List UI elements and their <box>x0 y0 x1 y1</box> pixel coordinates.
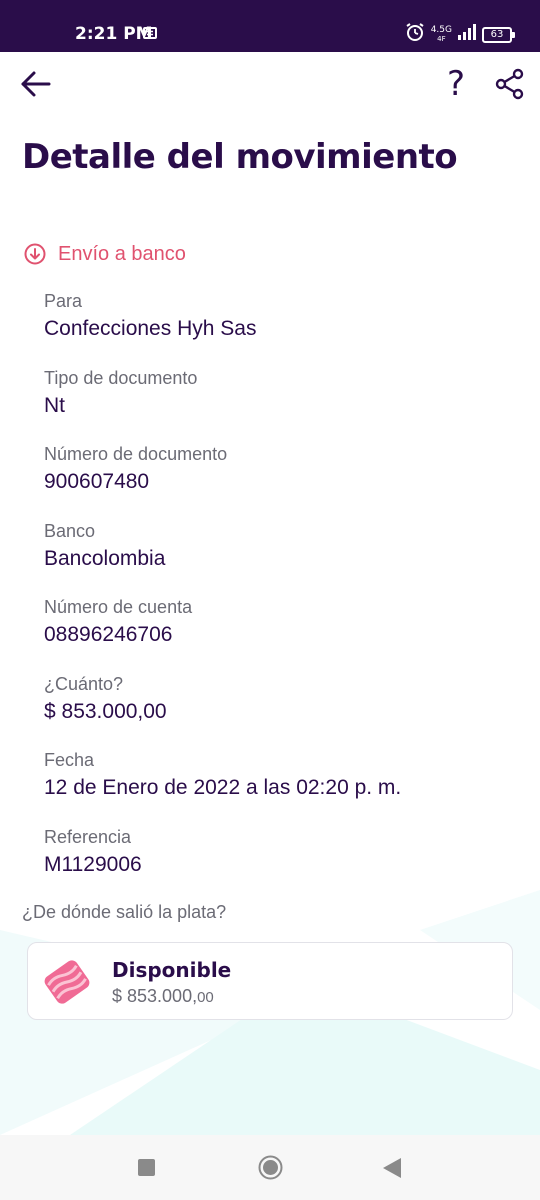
field-value: 08896246706 <box>44 623 173 646</box>
field-value: 12 de Enero de 2022 a las 02:20 p. m. <box>44 776 402 799</box>
page-title: Detalle del movimiento <box>22 137 458 177</box>
toolbar: ? <box>0 52 540 116</box>
field-value: Bancolombia <box>44 547 166 570</box>
status-time: 2:21 PM <box>75 24 153 44</box>
field-label: Tipo de documento <box>44 368 198 388</box>
network-bottom: 4F <box>437 34 446 43</box>
field-label: Referencia <box>44 827 132 847</box>
account-amount-cents: 00 <box>197 989 214 1006</box>
field-label: ¿Cuánto? <box>44 674 124 694</box>
pink-pocket-icon <box>44 960 90 1004</box>
field-tipo-documento: Tipo de documento Nt <box>44 367 524 420</box>
network-top: 4.5G <box>430 24 452 35</box>
triangle-back-icon[interactable] <box>382 1157 402 1179</box>
movement-type: Envío a banco <box>24 240 186 268</box>
square-icon[interactable] <box>138 1159 155 1176</box>
signal-icon <box>458 24 476 45</box>
share-button[interactable] <box>494 68 526 100</box>
field-cuanto: ¿Cuánto? $ 853.000,00 <box>44 673 524 726</box>
arrow-down-circle-icon <box>24 243 46 265</box>
field-label: Número de documento <box>44 444 228 464</box>
field-numero-cuenta: Número de cuenta 08896246706 <box>44 596 524 649</box>
field-value: 900607480 <box>44 470 150 493</box>
alarm-icon <box>405 22 425 47</box>
movement-type-label: Envío a banco <box>58 242 186 265</box>
field-banco: Banco Bancolombia <box>44 520 524 573</box>
account-amount: $ 853.000,00 <box>112 986 214 1007</box>
account-name: Disponible <box>112 958 232 982</box>
field-value: Nt <box>44 394 65 417</box>
question-icon: ? <box>446 64 466 104</box>
back-button[interactable] <box>18 66 54 102</box>
help-button[interactable]: ? <box>440 64 472 104</box>
field-label: Número de cuenta <box>44 597 193 617</box>
field-value: M1129006 <box>44 853 142 876</box>
account-amount-main: $ 853.000, <box>112 986 198 1006</box>
battery-icon: 63 <box>482 26 515 43</box>
field-label: Fecha <box>44 750 95 770</box>
circle-icon[interactable] <box>258 1155 283 1180</box>
arrow-left-icon <box>21 71 51 97</box>
source-question: ¿De dónde salió la plata? <box>22 902 227 922</box>
field-value: $ 853.000,00 <box>44 700 167 723</box>
status-icons: 4.5G 4F 63 <box>405 22 515 47</box>
share-icon <box>495 68 524 100</box>
notification-icon <box>143 26 157 44</box>
status-bar: 2:21 PM 4.5G 4F 63 <box>0 0 540 52</box>
system-nav-bar <box>0 1135 540 1200</box>
field-value: Confecciones Hyh Sas <box>44 317 257 340</box>
battery-level: 63 <box>490 28 504 40</box>
field-para: Para Confecciones Hyh Sas <box>44 290 524 343</box>
field-fecha: Fecha 12 de Enero de 2022 a las 02:20 p.… <box>44 749 524 802</box>
network-type: 4.5G 4F <box>430 24 452 44</box>
field-label: Banco <box>44 521 96 541</box>
field-numero-documento: Número de documento 900607480 <box>44 443 524 496</box>
field-label: Para <box>44 291 83 311</box>
field-referencia: Referencia M1129006 <box>44 826 524 879</box>
source-account-card[interactable]: Disponible $ 853.000,00 <box>27 942 513 1020</box>
